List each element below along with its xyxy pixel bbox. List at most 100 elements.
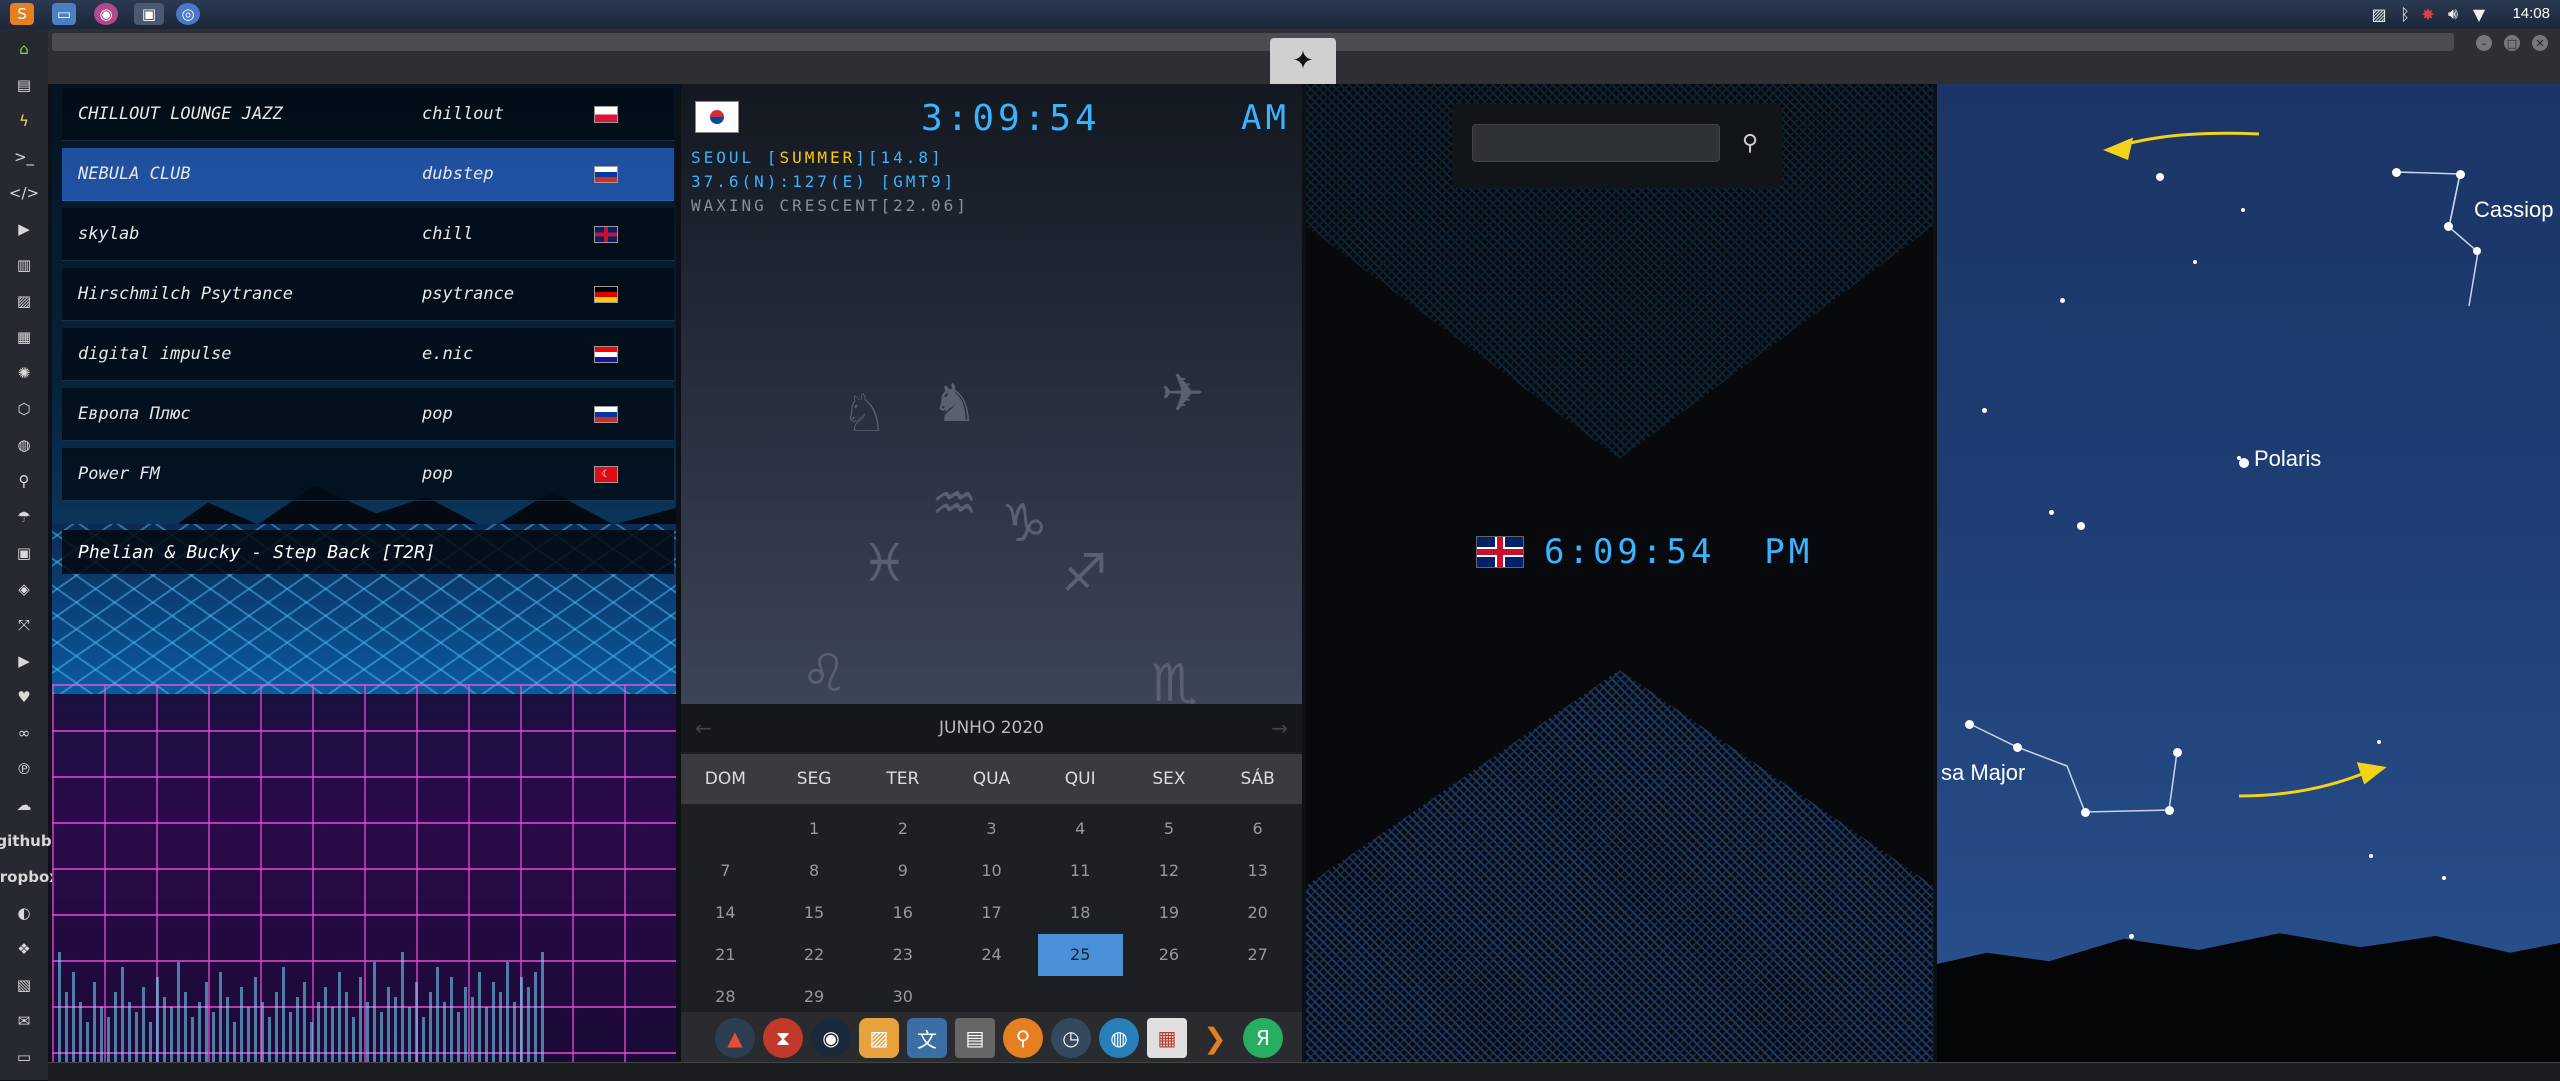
address-bar[interactable]	[52, 33, 2454, 51]
close-button[interactable]: ✕	[2532, 35, 2548, 51]
infinity-icon[interactable]: ∞	[12, 721, 36, 745]
files-icon[interactable]: ▭	[52, 3, 76, 25]
seoul-coordinates: 37.6(N):127(E) [GMT9]	[691, 172, 957, 191]
calendar-day[interactable]: 4	[1036, 808, 1125, 850]
calendar-day[interactable]: 3	[947, 808, 1036, 850]
translate-icon[interactable]: 文	[907, 1018, 947, 1058]
alert-icon[interactable]: ✸	[2418, 4, 2438, 24]
calendar-day[interactable]: 6	[1213, 808, 1302, 850]
station-row[interactable]: Hirschmilch Psytrance psytrance	[62, 268, 674, 321]
calendar-day[interactable]: 8	[770, 850, 859, 892]
visualizer-bar	[359, 977, 362, 1062]
station-row[interactable]: Европа Плюс pop	[62, 388, 674, 441]
heart-icon[interactable]: ♥	[12, 685, 36, 709]
settings-icon[interactable]: ✺	[12, 361, 36, 385]
bolt-icon[interactable]: ϟ	[12, 109, 36, 133]
calendar-day[interactable]: 14	[681, 892, 770, 934]
station-row[interactable]: Power FM pop ☾	[62, 448, 674, 501]
calendar-day[interactable]: 2	[858, 808, 947, 850]
magnifier-icon[interactable]: ⚲	[1003, 1018, 1043, 1058]
youtube-icon[interactable]: ▶	[12, 649, 36, 673]
station-row[interactable]: skylab chill	[62, 208, 674, 261]
seoul-city: SEOUL [	[691, 148, 780, 167]
hourglass-icon[interactable]: ⧗	[763, 1018, 803, 1058]
tag-icon[interactable]: ◈	[12, 577, 36, 601]
prev-month-button[interactable]: ←	[695, 704, 712, 752]
file-icon[interactable]: ▤	[12, 73, 36, 97]
app-icon[interactable]: ◉	[94, 3, 118, 25]
minimize-button[interactable]: –	[2476, 35, 2492, 51]
contacts-icon[interactable]: ▣	[12, 541, 36, 565]
clock-icon[interactable]: ◷	[1051, 1018, 1091, 1058]
visualizer-bar	[212, 1012, 215, 1062]
hexagon-icon[interactable]: ⬡	[12, 397, 36, 421]
calendar-day[interactable]: 21	[681, 934, 770, 976]
search-icon[interactable]: ⚲	[1732, 124, 1768, 162]
yandex-icon[interactable]: Я	[1243, 1018, 1283, 1058]
dropbox-icon[interactable]: ❖	[12, 937, 36, 961]
globe-icon[interactable]: ◍	[1099, 1018, 1139, 1058]
github-icon[interactable]: ◐	[12, 901, 36, 925]
calendar-day[interactable]: 23	[858, 934, 947, 976]
search-icon[interactable]: ⚲	[12, 469, 36, 493]
calendar-day[interactable]: 1	[770, 808, 859, 850]
calendar-day[interactable]: 18	[1036, 892, 1125, 934]
sublime-icon[interactable]: S	[10, 3, 34, 25]
wifi-icon[interactable]: ▼	[2468, 4, 2490, 24]
russia-flag-icon	[594, 406, 618, 423]
map-icon[interactable]: ▧	[12, 973, 36, 997]
maximize-button[interactable]: □	[2504, 35, 2520, 51]
calendar-day[interactable]: 26	[1125, 934, 1214, 976]
volume-icon[interactable]: 🔊︎	[2442, 4, 2464, 24]
calendar-day[interactable]: 5	[1125, 808, 1214, 850]
news-icon[interactable]: ▦	[12, 325, 36, 349]
calendar-day[interactable]: 19	[1125, 892, 1214, 934]
calendar-day[interactable]: 16	[858, 892, 947, 934]
calendar-day[interactable]: 15	[770, 892, 859, 934]
calendar-day[interactable]: 12	[1125, 850, 1214, 892]
photos-icon[interactable]: ▨	[859, 1018, 899, 1058]
terminal-icon[interactable]: >_	[12, 145, 36, 169]
pinterest-icon[interactable]: ℗	[12, 757, 36, 781]
calendar-day[interactable]: 11	[1036, 850, 1125, 892]
bluetooth-icon[interactable]: ᛒ	[2396, 4, 2414, 24]
calendar-day[interactable]: 24	[947, 934, 1036, 976]
station-row[interactable]: digital impulse e.nic	[62, 328, 674, 381]
play-icon[interactable]: ▶	[12, 217, 36, 241]
book-icon[interactable]: ▥	[12, 253, 36, 277]
calendar-day[interactable]: 22	[770, 934, 859, 976]
umbrella-icon[interactable]: ☂	[12, 505, 36, 529]
code-icon[interactable]: </>	[9, 181, 39, 205]
cloud-icon[interactable]: ☁	[12, 793, 36, 817]
calendar-day-today[interactable]: 25	[1037, 934, 1123, 976]
calendar-day[interactable]: 13	[1213, 850, 1302, 892]
calendar-day[interactable]: 17	[947, 892, 1036, 934]
chrome-icon[interactable]: ◎	[176, 3, 200, 25]
behance-icon[interactable]: github	[0, 829, 52, 853]
home-icon[interactable]: ⌂	[12, 37, 36, 61]
calendar-day[interactable]: 9	[858, 850, 947, 892]
window-icon[interactable]: ▣	[134, 3, 164, 25]
image-icon[interactable]: ▨	[12, 289, 36, 313]
system-clock[interactable]: 14:08	[2512, 5, 2550, 22]
visualizer-bar	[107, 1017, 110, 1062]
calendar-day[interactable]: 20	[1213, 892, 1302, 934]
calendar-day[interactable]: 10	[947, 850, 1036, 892]
image-tray-icon[interactable]: ▨	[2368, 4, 2390, 24]
calendar-day[interactable]: 27	[1213, 934, 1302, 976]
next-month-button[interactable]: →	[1271, 704, 1288, 752]
globe-icon[interactable]: ◍	[12, 433, 36, 457]
station-row-selected[interactable]: NEBULA CLUB dubstep	[62, 148, 674, 201]
search-input[interactable]	[1472, 124, 1720, 162]
arrow-icon[interactable]: ❯	[1195, 1018, 1235, 1058]
mail-icon[interactable]: ✉	[12, 1009, 36, 1033]
monitor-icon[interactable]: ▭	[12, 1045, 36, 1069]
station-row[interactable]: CHILLOUT LOUNGE JAZZ chillout	[62, 88, 674, 141]
calendar-day[interactable]: 7	[681, 850, 770, 892]
calendar-icon[interactable]: ▦	[1147, 1018, 1187, 1058]
git-icon[interactable]: dropbox	[0, 865, 59, 889]
expand-icon[interactable]: ⤧	[12, 613, 36, 637]
news-icon[interactable]: ▤	[955, 1018, 995, 1058]
arch-icon[interactable]: ▲	[715, 1018, 755, 1058]
earth-icon[interactable]: ◉	[811, 1018, 851, 1058]
